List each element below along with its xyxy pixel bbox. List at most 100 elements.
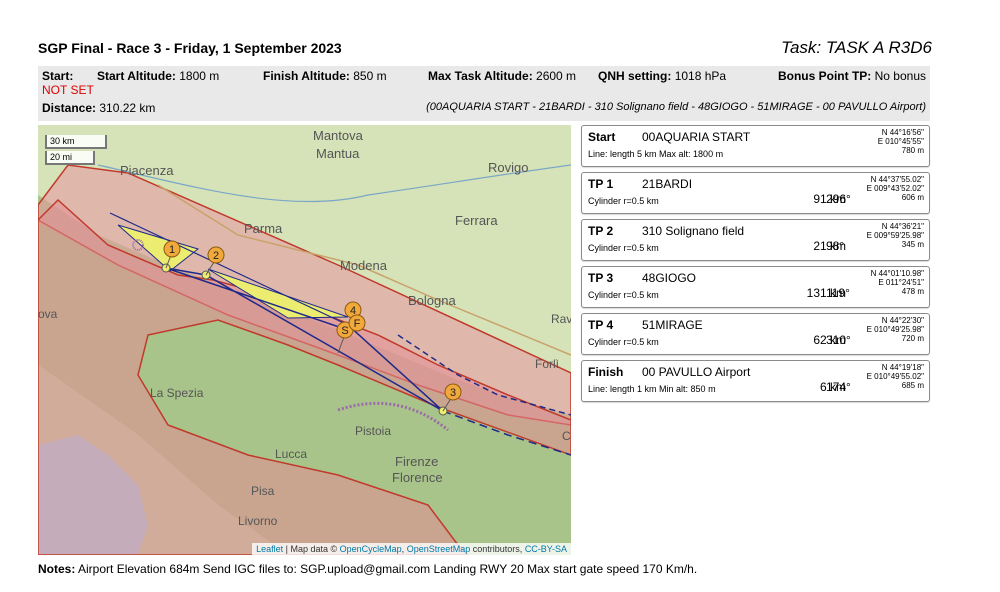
task-info-bar: Start: Start Altitude: 1800 m Finish Alt… xyxy=(38,66,930,121)
start-label: Start: xyxy=(42,69,74,83)
turnpoint-detail: Line: length 5 km Max alt: 1800 m xyxy=(588,149,724,159)
city-label: Lucca xyxy=(275,447,307,461)
latitude: N 44°16'56" xyxy=(881,128,924,137)
map-canvas: Mantova Mantua Rovigo Piacenza Parma Fer… xyxy=(38,125,571,555)
elevation: 685 m xyxy=(901,381,924,390)
city-label: Bologna xyxy=(408,293,456,308)
notes-label: Notes: xyxy=(38,562,76,576)
openstreetmap-link[interactable]: OpenStreetMap xyxy=(407,544,471,554)
city-label: Forlì xyxy=(535,357,559,371)
turnpoint-coords: N 44°22'30" E 010°49'25.98" 720 m xyxy=(867,316,924,343)
city-label: Mantua xyxy=(316,146,360,161)
city-label: Piacenza xyxy=(120,163,174,178)
opencyclemap-link[interactable]: OpenCycleMap xyxy=(340,544,402,554)
city-label: ova xyxy=(38,307,58,321)
leg-bearing: 310° xyxy=(826,333,851,347)
leg-bearing: 174° xyxy=(826,380,851,394)
turnpoint-coords: N 44°01'10.98" E 011°24'51" 478 m xyxy=(871,269,924,296)
leg-bearing: 98° xyxy=(826,239,845,253)
marker-finish[interactable]: F xyxy=(348,314,366,332)
marker-label: F xyxy=(354,318,361,330)
turnpoint-name: 21BARDI xyxy=(642,177,693,191)
turnpoint-coords: N 44°16'56" E 010°45'55" 780 m xyxy=(878,128,924,155)
marker-label: S xyxy=(341,325,348,337)
turnpoint-detail: Cylinder r=0.5 km xyxy=(588,290,659,300)
turnpoint-detail: Cylinder r=0.5 km xyxy=(588,196,659,206)
city-label: Pistoia xyxy=(355,424,391,438)
turnpoint-name: 51MIRAGE xyxy=(642,318,703,332)
city-label: Florence xyxy=(392,470,443,485)
turnpoint-card-finish: Finish 00 PAVULLO Airport Line: length 1… xyxy=(581,360,930,402)
longitude: E 010°45'55" xyxy=(877,137,924,146)
latitude: N 44°36'21" xyxy=(881,222,924,231)
distance-label: Distance: xyxy=(42,101,97,115)
max-altitude-label: Max Task Altitude: xyxy=(428,69,533,83)
start-time-value: NOT SET xyxy=(42,83,94,97)
attribution-text: contributors, xyxy=(472,544,523,554)
city-label: Pisa xyxy=(251,484,275,498)
elevation: 780 m xyxy=(901,146,924,155)
page-title: SGP Final - Race 3 - Friday, 1 September… xyxy=(38,40,342,56)
start-altitude-value: 1800 m xyxy=(179,69,220,83)
longitude: E 009°43'52.02" xyxy=(866,184,924,193)
longitude: E 010°49'25.98" xyxy=(866,325,924,334)
turnpoint-label: TP 2 xyxy=(588,224,614,238)
marker-label: 1 xyxy=(169,244,175,256)
turnpoint-name: 310 Solignano field xyxy=(642,224,745,238)
turnpoint-label: TP 4 xyxy=(588,318,614,332)
license-link[interactable]: CC-BY-SA xyxy=(525,544,567,554)
turnpoint-coords: N 44°36'21" E 009°59'25.98" 345 m xyxy=(867,222,924,249)
turnpoint-coords: N 44°19'18" E 010°49'55.02" 685 m xyxy=(867,363,924,390)
turnpoint-label: TP 3 xyxy=(588,271,614,285)
city-label: Modena xyxy=(340,258,388,273)
bonus-label: Bonus Point TP: xyxy=(777,69,872,83)
leg-bearing: 296° xyxy=(826,192,851,206)
marker-label: 3 xyxy=(450,387,456,399)
city-label: Livorno xyxy=(238,514,278,528)
latitude: N 44°19'18" xyxy=(881,363,924,372)
turnpoint-coords: N 44°37'55.02" E 009°43'52.02" 606 m xyxy=(867,175,924,202)
elevation: 345 m xyxy=(901,240,924,249)
scale-bar-mi: 20 mi xyxy=(45,151,95,165)
turnpoint-label: TP 1 xyxy=(588,177,614,191)
turnpoint-label: Start xyxy=(588,130,616,144)
city-label: Rav xyxy=(551,312,571,326)
city-label: Rovigo xyxy=(488,160,528,175)
bonus-value: No bonus xyxy=(874,69,926,83)
longitude: E 009°59'25.98" xyxy=(866,231,924,240)
latitude: N 44°37'55.02" xyxy=(870,175,924,184)
leaflet-link[interactable]: Leaflet xyxy=(256,544,283,554)
notes-text: Airport Elevation 684m Send IGC files to… xyxy=(78,562,698,576)
longitude: E 011°24'51" xyxy=(878,278,924,287)
leg-bearing: 119° xyxy=(826,286,850,300)
task-name: Task: TASK A R3D6 xyxy=(781,38,932,57)
turnpoint-detail: Line: length 1 km Min alt: 850 m xyxy=(588,384,716,394)
turnpoint-name: 00 PAVULLO Airport xyxy=(642,365,751,379)
turnpoint-card-tp2: TP 2 310 Solignano field Cylinder r=0.5 … xyxy=(581,219,930,261)
latitude: N 44°22'30" xyxy=(881,316,924,325)
turnpoint-card-tp4: TP 4 51MIRAGE Cylinder r=0.5 km 62 km 31… xyxy=(581,313,930,355)
turnpoint-card-tp3: TP 3 48GIOGO Cylinder r=0.5 km 131 km 11… xyxy=(581,266,930,308)
elevation: 720 m xyxy=(901,334,924,343)
turnpoint-detail: Cylinder r=0.5 km xyxy=(588,243,659,253)
turnpoint-card-tp1: TP 1 21BARDI Cylinder r=0.5 km 91 km 296… xyxy=(581,172,930,214)
marker-label: 2 xyxy=(213,250,219,262)
city-label: Ferrara xyxy=(455,213,498,228)
qnh-label: QNH setting: xyxy=(598,69,672,83)
task-map[interactable]: Mantova Mantua Rovigo Piacenza Parma Fer… xyxy=(38,125,571,555)
city-label: Parma xyxy=(244,221,283,236)
city-label: Mantova xyxy=(313,128,364,143)
turnpoint-name: 00AQUARIA START xyxy=(642,130,751,144)
city-label: La Spezia xyxy=(150,386,204,400)
elevation: 606 m xyxy=(901,193,924,202)
finish-altitude-value: 850 m xyxy=(353,69,387,83)
city-label: C xyxy=(562,429,571,443)
attribution-text: , xyxy=(401,544,405,554)
scale-bar-km: 30 km xyxy=(45,135,107,149)
city-label: Firenze xyxy=(395,454,438,469)
finish-altitude-label: Finish Altitude: xyxy=(263,69,350,83)
turnpoint-label: Finish xyxy=(588,365,624,379)
task-notes: Notes: Airport Elevation 684m Send IGC f… xyxy=(38,562,697,576)
turnpoint-card-start: Start 00AQUARIA START Line: length 5 km … xyxy=(581,125,930,167)
route-summary: (00AQUARIA START - 21BARDI - 310 Soligna… xyxy=(426,101,926,113)
